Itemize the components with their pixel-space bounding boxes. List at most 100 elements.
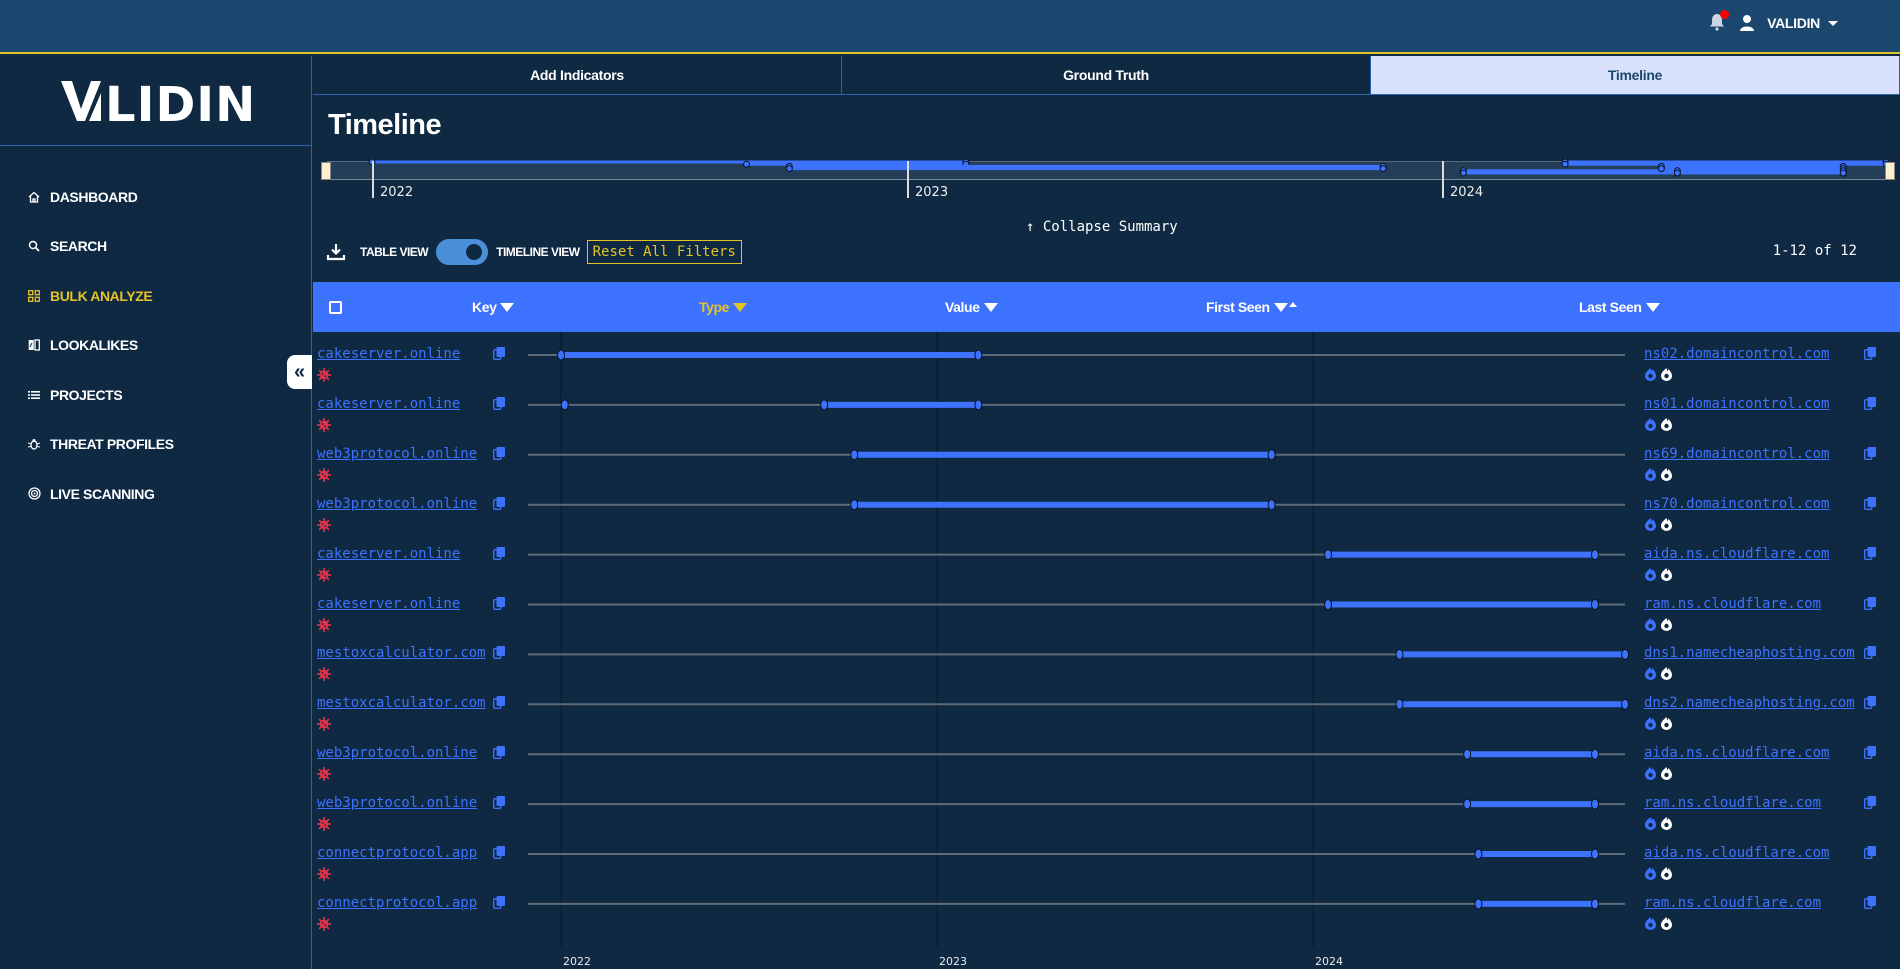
copy-key-icon[interactable] [492,646,505,660]
value-link[interactable]: aida.ns.cloudflare.com [1644,546,1829,562]
sidebar-item-dashboard[interactable]: DASHBOARD [0,172,311,222]
blue-flame-icon[interactable] [1644,766,1657,781]
tab-timeline[interactable]: Timeline [1371,56,1900,94]
copy-key-icon[interactable] [492,347,505,361]
copy-value-icon[interactable] [1863,496,1876,510]
notification-bell-icon[interactable] [1709,10,1730,33]
white-flame-icon[interactable] [1660,517,1673,531]
chevron-down-icon[interactable] [1828,20,1838,26]
sort-ascending-icon[interactable] [1288,301,1297,307]
blue-flame-icon[interactable] [1644,916,1657,930]
filter-icon[interactable] [500,302,515,312]
key-link[interactable]: connectprotocol.app [317,845,477,861]
copy-value-icon[interactable] [1863,796,1876,810]
copy-value-icon[interactable] [1863,596,1876,610]
filter-icon[interactable] [1645,302,1660,312]
value-link[interactable]: ns69.domaincontrol.com [1644,446,1829,462]
copy-key-icon[interactable] [492,846,505,860]
copy-value-icon[interactable] [1863,546,1876,560]
white-flame-icon[interactable] [1660,666,1673,681]
key-link[interactable]: cakeserver.online [317,396,460,412]
sidebar-item-live-scanning[interactable]: LIVE SCANNING [0,469,311,519]
copy-value-icon[interactable] [1863,895,1876,909]
tab-ground-truth[interactable]: Ground Truth [842,56,1371,94]
copy-value-icon[interactable] [1863,347,1876,361]
key-link[interactable]: web3protocol.online [317,745,477,761]
user-name[interactable]: VALIDIN [1767,15,1820,31]
sidebar-item-projects[interactable]: PROJECTS [0,370,311,420]
copy-key-icon[interactable] [492,696,505,710]
white-flame-icon[interactable] [1660,417,1673,431]
blue-flame-icon[interactable] [1644,617,1657,631]
blue-flame-icon[interactable] [1644,367,1657,381]
blue-flame-icon[interactable] [1644,517,1657,531]
blue-flame-icon[interactable] [1644,866,1657,880]
value-link[interactable]: aida.ns.cloudflare.com [1644,745,1829,761]
copy-key-icon[interactable] [492,746,505,760]
key-link[interactable]: mestoxcalculator.com [317,645,486,661]
sidebar-item-search[interactable]: SEARCH [0,222,311,272]
view-toggle[interactable] [436,239,489,265]
value-link[interactable]: ram.ns.cloudflare.com [1644,795,1821,811]
white-flame-icon[interactable] [1660,866,1673,880]
copy-key-icon[interactable] [492,446,505,460]
column-header-type[interactable]: Type [699,282,748,332]
collapse-summary-button[interactable]: ↑ Collapse Summary [1026,219,1178,235]
copy-key-icon[interactable] [492,546,505,560]
filter-icon[interactable] [1273,302,1288,312]
tab-add-indicators[interactable]: Add Indicators [313,56,842,94]
download-icon[interactable] [326,242,346,262]
value-link[interactable]: aida.ns.cloudflare.com [1644,845,1829,861]
column-header-first-seen[interactable]: First Seen [1206,282,1297,332]
value-link[interactable]: ns02.domaincontrol.com [1644,346,1829,362]
value-link[interactable]: ram.ns.cloudflare.com [1644,895,1821,911]
white-flame-icon[interactable] [1660,467,1673,481]
copy-key-icon[interactable] [492,895,505,909]
white-flame-icon[interactable] [1660,816,1673,831]
copy-key-icon[interactable] [492,396,505,410]
white-flame-icon[interactable] [1660,716,1673,731]
summary-range-handle-end[interactable] [1885,162,1895,180]
user-icon[interactable] [1739,14,1755,32]
filter-icon[interactable] [733,302,748,312]
timeline-summary[interactable]: 2022 2023 2024 [317,159,1895,249]
white-flame-icon[interactable] [1660,916,1673,930]
blue-flame-icon[interactable] [1644,816,1657,831]
copy-value-icon[interactable] [1863,396,1876,410]
column-header-key[interactable]: Key [472,282,515,332]
key-link[interactable]: cakeserver.online [317,546,460,562]
column-header-value[interactable]: Value [945,282,998,332]
value-link[interactable]: dns2.namecheaphosting.com [1644,695,1855,711]
column-header-last-seen[interactable]: Last Seen [1579,282,1660,332]
checkbox[interactable] [329,300,342,314]
sidebar-item-bulk-analyze[interactable]: BULK ANALYZE [0,271,311,321]
value-link[interactable]: ns70.domaincontrol.com [1644,496,1829,512]
key-link[interactable]: cakeserver.online [317,596,460,612]
value-link[interactable]: ns01.domaincontrol.com [1644,396,1829,412]
filter-icon[interactable] [983,302,998,312]
copy-key-icon[interactable] [492,496,505,510]
copy-key-icon[interactable] [492,596,505,610]
select-all-checkbox[interactable] [329,282,342,332]
value-link[interactable]: ram.ns.cloudflare.com [1644,596,1821,612]
blue-flame-icon[interactable] [1644,567,1657,581]
key-link[interactable]: connectprotocol.app [317,895,477,911]
key-link[interactable]: web3protocol.online [317,446,477,462]
logo[interactable]: LIDIN [0,56,311,146]
key-link[interactable]: cakeserver.online [317,346,460,362]
copy-value-icon[interactable] [1863,846,1876,860]
value-link[interactable]: dns1.namecheaphosting.com [1644,645,1855,661]
copy-value-icon[interactable] [1863,446,1876,460]
white-flame-icon[interactable] [1660,617,1673,631]
reset-all-filters-button[interactable]: Reset All Filters [586,240,742,264]
blue-flame-icon[interactable] [1644,467,1657,481]
blue-flame-icon[interactable] [1644,417,1657,431]
white-flame-icon[interactable] [1660,367,1673,381]
copy-key-icon[interactable] [492,796,505,810]
sidebar-item-lookalikes[interactable]: LOOKALIKES [0,321,311,371]
key-link[interactable]: web3protocol.online [317,496,477,512]
copy-value-icon[interactable] [1863,646,1876,660]
copy-value-icon[interactable] [1863,746,1876,760]
key-link[interactable]: web3protocol.online [317,795,477,811]
white-flame-icon[interactable] [1660,567,1673,581]
